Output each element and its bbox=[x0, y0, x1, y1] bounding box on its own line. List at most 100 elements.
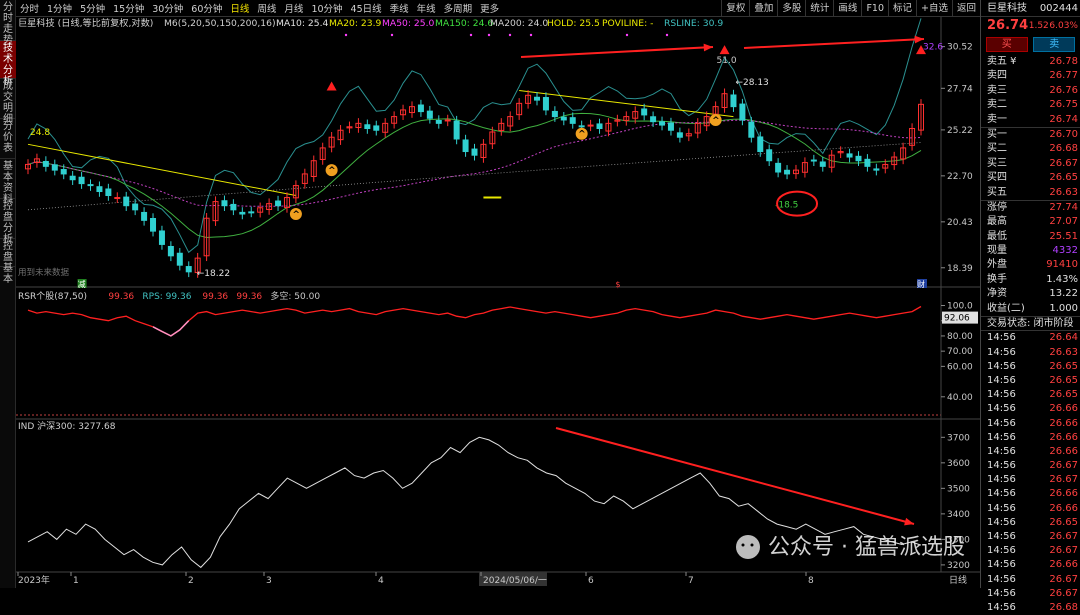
bid-row: 买三 26.67 bbox=[981, 157, 1080, 171]
toolbar-right-6[interactable]: 标记 bbox=[888, 0, 916, 17]
price-legend-7: HOLD: 25.5 bbox=[547, 18, 600, 29]
tick-row: 14:56 26.66 bbox=[981, 417, 1080, 431]
tick-row: 14:56 26.68 bbox=[981, 601, 1080, 615]
price-change: 1.52 bbox=[1028, 21, 1049, 31]
toolbar-right-4[interactable]: 画线 bbox=[833, 0, 861, 17]
tick-time: 14:56 bbox=[987, 601, 1016, 613]
toolbar-item-6[interactable]: 日线 bbox=[226, 1, 253, 15]
tick-row: 14:56 26.65 bbox=[981, 374, 1080, 388]
rsr-tick-label: 100.0 bbox=[947, 302, 973, 312]
candle-body bbox=[221, 200, 228, 207]
tick-row: 14:56 26.64 bbox=[981, 331, 1080, 345]
ask-row: 卖一 26.74 bbox=[981, 113, 1080, 127]
toolbar-item-9[interactable]: 10分钟 bbox=[307, 1, 346, 15]
tick-row: 14:56 26.67 bbox=[981, 459, 1080, 473]
toolbar-item-12[interactable]: 年线 bbox=[413, 1, 440, 15]
date-label: 2024/05/06/一 bbox=[483, 576, 547, 586]
wechat-icon-eye bbox=[750, 543, 754, 547]
candle-body bbox=[641, 108, 648, 116]
toolbar-item-3[interactable]: 15分钟 bbox=[109, 1, 148, 15]
sell-button[interactable]: 卖 bbox=[1033, 37, 1076, 52]
tick-price: 26.67 bbox=[1049, 460, 1078, 472]
stock-name: 巨星科技 bbox=[987, 3, 1027, 14]
candle-body bbox=[462, 139, 469, 153]
toolbar-right-0[interactable]: 复权 bbox=[721, 0, 749, 17]
candle-body bbox=[114, 197, 121, 200]
tick-row: 14:56 26.67 bbox=[981, 573, 1080, 587]
toolbar-right-7[interactable]: +自选 bbox=[916, 0, 952, 17]
candle-body bbox=[167, 245, 174, 257]
watermark-text: 公众号 · 猛兽派选股 bbox=[768, 535, 965, 560]
price-legend-4: MA50: 25.0 bbox=[382, 18, 435, 29]
rsr-tick-label: 60.00 bbox=[947, 362, 973, 372]
legend-dot bbox=[390, 33, 394, 37]
bid-label: 买四 bbox=[987, 172, 1007, 184]
toolbar-right-2[interactable]: 多股 bbox=[777, 0, 805, 17]
candle-body bbox=[78, 176, 85, 185]
kline-chart[interactable]: 巨星科技 (日线,等比前复权,对数) M6(5,20,50,150,200,16)… bbox=[16, 17, 980, 588]
candle-body bbox=[105, 188, 112, 197]
toolbar-item-5[interactable]: 60分钟 bbox=[187, 1, 226, 15]
toolbar-item-10[interactable]: 45日线 bbox=[347, 1, 386, 15]
ask-row: 卖五 ¥ 26.78 bbox=[981, 55, 1080, 69]
toolbar-right-5[interactable]: F10 bbox=[861, 0, 888, 17]
left-tab-1[interactable]: 技术分析 bbox=[0, 41, 16, 87]
label-24-8: 24.8 bbox=[30, 128, 50, 138]
candle-body bbox=[426, 110, 433, 119]
toolbar-item-4[interactable]: 30分钟 bbox=[148, 1, 187, 15]
toolbar-item-13[interactable]: 多周期 bbox=[440, 1, 477, 15]
rsr-legend-1: 99.36 bbox=[108, 292, 134, 302]
left-tab-6[interactable]: 控盘基本 bbox=[0, 239, 16, 285]
bid-price: 26.70 bbox=[1049, 128, 1078, 140]
tick-time: 14:56 bbox=[987, 559, 1016, 571]
tick-price: 26.67 bbox=[1049, 474, 1078, 486]
toolbar-right-3[interactable]: 统计 bbox=[805, 0, 833, 17]
candle-body bbox=[775, 162, 782, 173]
candle-body bbox=[60, 169, 67, 175]
tick-row: 14:56 26.67 bbox=[981, 587, 1080, 601]
left-tab-3[interactable]: 分价表 bbox=[0, 119, 16, 159]
tick-time: 14:56 bbox=[987, 360, 1016, 372]
tick-row: 14:56 26.63 bbox=[981, 346, 1080, 360]
toolbar-right-1[interactable]: 叠加 bbox=[749, 0, 777, 17]
tick-time: 14:56 bbox=[987, 389, 1016, 401]
tick-price: 26.65 bbox=[1049, 374, 1078, 386]
buy-button[interactable]: 买 bbox=[985, 37, 1028, 52]
left-tab-4[interactable]: 基本资料 bbox=[0, 159, 16, 205]
rsr-legend-2: RPS: 99.36 bbox=[142, 292, 191, 302]
price-tick-label: 27.74 bbox=[947, 84, 973, 94]
toolbar-item-0[interactable]: 分时 bbox=[16, 1, 43, 15]
left-tab-5[interactable]: 控盘分析 bbox=[0, 199, 16, 245]
red-arrow-1 bbox=[520, 46, 714, 58]
stat-row: 最低 25.51 bbox=[981, 230, 1080, 244]
toolbar-item-14[interactable]: 更多 bbox=[476, 1, 503, 15]
rsr-tick-label: 70.00 bbox=[947, 347, 973, 357]
date-label: 7 bbox=[688, 576, 694, 586]
left-tab-2[interactable]: 成交明细 bbox=[0, 79, 16, 125]
ind-tick-label: 3600 bbox=[947, 459, 970, 469]
tick-row: 14:56 26.66 bbox=[981, 502, 1080, 516]
toolbar-item-1[interactable]: 1分钟 bbox=[43, 1, 76, 15]
candle-body bbox=[766, 149, 773, 162]
candle-body bbox=[444, 119, 451, 122]
bid-price: 26.65 bbox=[1049, 172, 1078, 184]
bid-price: 26.63 bbox=[1049, 186, 1078, 198]
toolbar-item-2[interactable]: 5分钟 bbox=[76, 1, 109, 15]
left-tab-0[interactable]: 分时走势 bbox=[0, 0, 16, 46]
rsr-weak-segment bbox=[152, 320, 190, 337]
ask-price: 26.78 bbox=[1049, 56, 1078, 67]
legend-dot bbox=[625, 33, 629, 37]
price-tick-label: 25.22 bbox=[947, 126, 973, 136]
ask-label: 卖二 bbox=[987, 99, 1007, 111]
candle-body bbox=[873, 168, 880, 171]
tick-time: 14:56 bbox=[987, 417, 1016, 429]
candle-body bbox=[417, 104, 424, 113]
tick-time: 14:56 bbox=[987, 374, 1016, 386]
price-tick-label: 30.52 bbox=[947, 43, 973, 53]
legend-dot bbox=[487, 33, 491, 37]
toolbar-item-7[interactable]: 周线 bbox=[253, 1, 280, 15]
toolbar-right-8[interactable]: 返回 bbox=[951, 0, 980, 17]
candle-body bbox=[659, 121, 666, 126]
toolbar-item-11[interactable]: 季线 bbox=[386, 1, 413, 15]
toolbar-item-8[interactable]: 月线 bbox=[280, 1, 307, 15]
